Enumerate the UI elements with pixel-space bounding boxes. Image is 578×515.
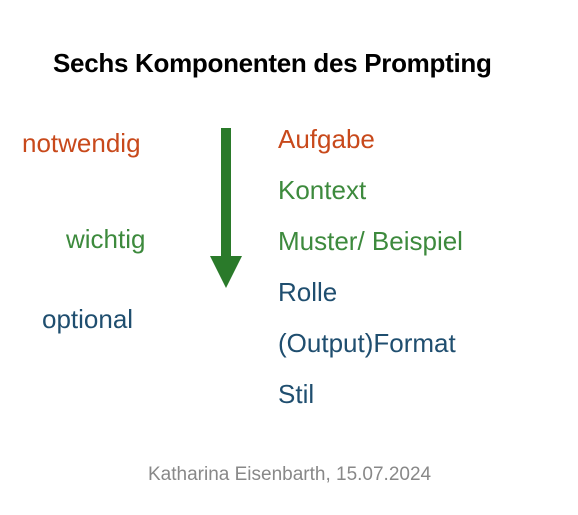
attribution-footer: Katharina Eisenbarth, 15.07.2024 [148, 464, 431, 486]
priority-arrow [208, 128, 244, 288]
component-format: (Output)Format [278, 328, 463, 359]
priority-label-optional: optional [42, 304, 133, 335]
component-rolle: Rolle [278, 277, 463, 308]
components-list: Aufgabe Kontext Muster/ Beispiel Rolle (… [278, 124, 463, 410]
priority-label-notwendig: notwendig [22, 128, 141, 159]
component-aufgabe: Aufgabe [278, 124, 463, 155]
component-stil: Stil [278, 379, 463, 410]
priority-label-wichtig: wichtig [66, 224, 145, 255]
component-muster: Muster/ Beispiel [278, 226, 463, 257]
arrow-down-icon [208, 128, 244, 288]
component-kontext: Kontext [278, 175, 463, 206]
diagram-title: Sechs Komponenten des Prompting [53, 48, 492, 79]
